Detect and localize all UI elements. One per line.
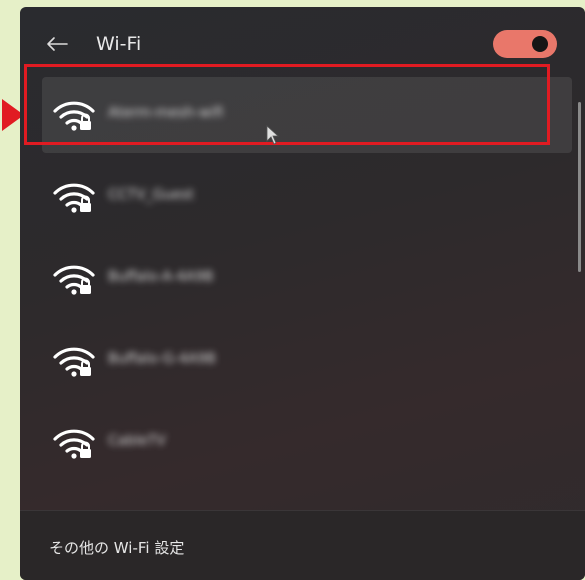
wifi-secured-icon — [53, 347, 95, 377]
wifi-toggle[interactable] — [493, 30, 557, 58]
network-ssid: CableTV — [108, 433, 166, 449]
network-ssid: CCTV_Guest — [108, 187, 194, 203]
back-button[interactable] — [42, 29, 72, 59]
mouse-cursor-icon — [266, 125, 280, 145]
network-list: Aterm-mesh-wifi CCTV_Guest Buffalo-A-4A9… — [20, 77, 585, 510]
network-item[interactable]: Buffalo-G-4A9B — [42, 323, 572, 399]
network-item[interactable]: Buffalo-A-4A9B — [42, 241, 572, 317]
wifi-secured-icon — [53, 183, 95, 213]
wifi-secured-icon — [53, 429, 95, 459]
panel-header: Wi-Fi — [20, 7, 585, 77]
network-ssid: Aterm-mesh-wifi — [108, 105, 224, 121]
network-ssid: Buffalo-A-4A9B — [108, 269, 214, 285]
more-wifi-settings-link[interactable]: その他の Wi-Fi 設定 — [49, 537, 184, 558]
page-title: Wi-Fi — [96, 33, 142, 55]
panel-footer: その他の Wi-Fi 設定 — [20, 510, 585, 580]
wifi-secured-icon — [53, 101, 95, 131]
network-item[interactable]: CableTV — [42, 405, 572, 481]
network-item[interactable]: CCTV_Guest — [42, 159, 572, 235]
network-ssid: Buffalo-G-4A9B — [108, 351, 216, 367]
network-item-partial[interactable] — [42, 487, 572, 510]
wifi-panel: Wi-Fi Aterm-mesh-wifi CCTV_Guest Buffalo… — [20, 7, 585, 580]
network-item[interactable]: Aterm-mesh-wifi — [42, 77, 572, 153]
toggle-knob — [532, 36, 548, 52]
wifi-secured-icon — [53, 265, 95, 295]
arrow-left-icon — [47, 37, 68, 51]
scrollbar[interactable] — [578, 102, 581, 272]
